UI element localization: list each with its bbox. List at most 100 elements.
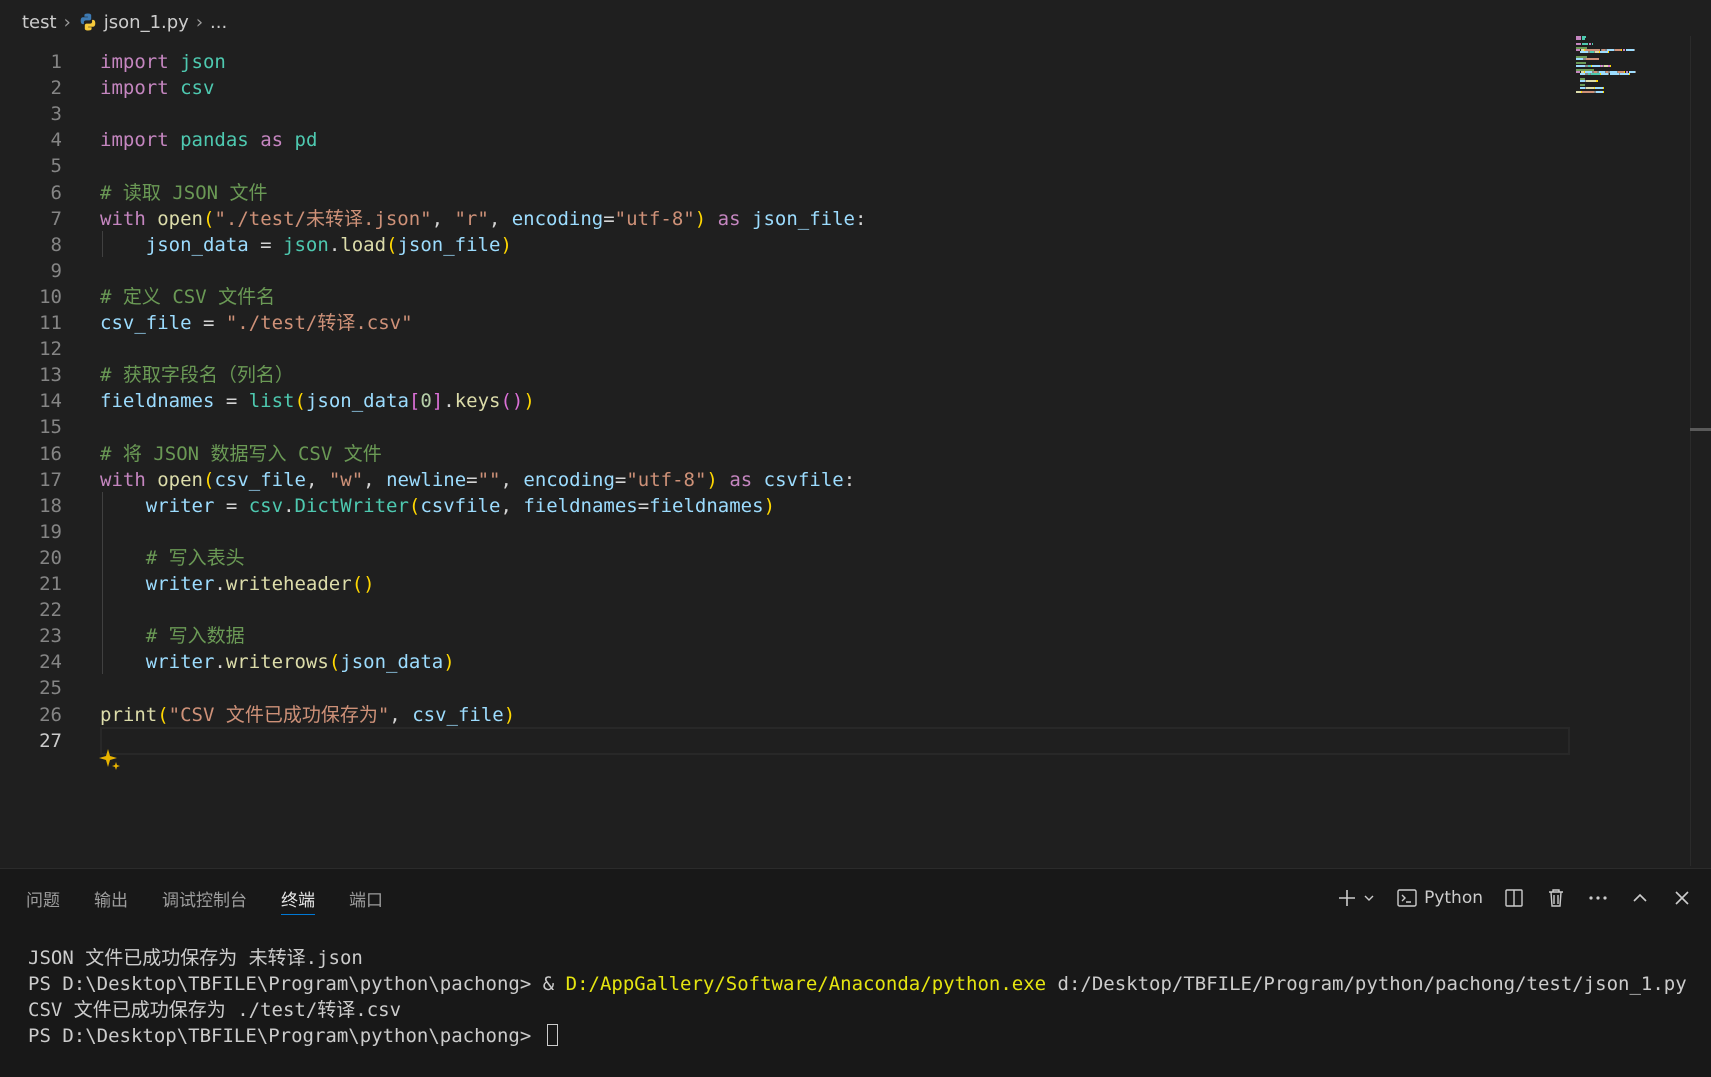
code-editor[interactable]: 1 import json 2 import csv 3 4 import pandas a… — [0, 44, 1711, 868]
code-line[interactable]: 11 csv_file = "./test/转译.csv" — [0, 309, 1600, 337]
chevron-right-icon: › — [63, 11, 71, 33]
maximize-panel-button[interactable] — [1629, 887, 1651, 909]
code-line[interactable]: 4 import pandas as pd — [0, 126, 1600, 154]
code-line[interactable]: 16 # 将 JSON 数据写入 CSV 文件 — [0, 440, 1600, 468]
kill-terminal-button[interactable] — [1545, 887, 1567, 909]
line-number: 17 — [39, 468, 62, 491]
minimap-mark — [1621, 49, 1623, 52]
code-line[interactable]: 6 # 读取 JSON 文件 — [0, 179, 1600, 207]
chevron-down-icon[interactable] — [1362, 891, 1376, 905]
code-token: as — [717, 207, 741, 230]
line-number: 20 — [39, 546, 62, 569]
scrollbar-track[interactable] — [1690, 36, 1691, 866]
code-line[interactable]: 21 writer.writeheader() — [0, 570, 1600, 598]
code-token: json — [180, 51, 226, 73]
minimap-mark — [1582, 38, 1586, 41]
code-line[interactable]: 14 fieldnames = list(json_data[0].keys()) — [0, 387, 1600, 415]
indent-guide — [102, 230, 103, 257]
line-number: 5 — [50, 155, 62, 178]
minimap-mark — [1576, 58, 1584, 60]
code-line[interactable]: 18 writer = csv.DictWriter(csvfile, fiel… — [0, 492, 1600, 520]
code-token: "r" — [454, 207, 489, 230]
breadcrumb-folder[interactable]: test — [22, 12, 57, 33]
breadcrumb-file[interactable]: json_1.py — [104, 12, 189, 33]
terminal-profile-button[interactable]: Python — [1396, 887, 1483, 909]
code-token: csv_file — [214, 468, 306, 491]
tab-output[interactable]: 输出 — [94, 869, 128, 927]
tab-problems[interactable]: 问题 — [26, 869, 60, 927]
code-line[interactable]: 5 — [0, 152, 1600, 180]
chevron-right-icon: › — [195, 11, 204, 33]
code-line[interactable]: 17 with open(csv_file, "w", newline="", e… — [0, 466, 1600, 494]
code-token: . — [328, 233, 341, 256]
code-token: . — [443, 390, 455, 413]
code-token: pandas — [180, 129, 249, 152]
code-text: with open(csv_file, "w", newline="", enc… — [100, 466, 855, 494]
code-line[interactable]: 3 — [0, 100, 1600, 128]
terminal-output[interactable]: JSON 文件已成功保存为 未转译.json PS D:\Desktop\TBFI… — [28, 945, 1698, 1049]
code-line[interactable]: 10 # 定义 CSV 文件名 — [0, 283, 1600, 311]
code-token: load — [340, 233, 387, 256]
tab-debug-console[interactable]: 调试控制台 — [162, 869, 247, 927]
code-token: () — [500, 390, 524, 413]
code-token: pd — [294, 129, 318, 152]
code-token: ( — [408, 494, 421, 517]
code-token: , — [488, 207, 512, 230]
more-actions-button[interactable] — [1587, 887, 1609, 909]
split-terminal-button[interactable] — [1503, 887, 1525, 909]
code-line[interactable]: 22 — [0, 596, 1600, 624]
code-text: # 将 JSON 数据写入 CSV 文件 — [100, 440, 382, 468]
terminal-line: PS D:\Desktop\TBFILE\Program\python\pach… — [28, 971, 1698, 997]
code-token: ( — [328, 651, 341, 674]
close-panel-button[interactable] — [1671, 887, 1693, 909]
code-line[interactable]: 7 with open("./test/未转译.json", "r", encod… — [0, 205, 1600, 233]
code-line[interactable]: 12 — [0, 335, 1600, 363]
code-token: as — [729, 468, 753, 491]
line-number: 27 — [39, 729, 62, 752]
code-token: "utf-8" — [626, 468, 707, 491]
breadcrumb-more[interactable]: ... — [210, 12, 227, 33]
code-token: json_data — [145, 233, 249, 256]
minimap-mark — [1599, 51, 1608, 54]
code-line[interactable]: 8 json_data = json.load(json_file) — [0, 231, 1600, 259]
code-line[interactable]: 1 import json — [0, 48, 1600, 76]
code-line[interactable]: 9 — [0, 257, 1600, 285]
minimap[interactable] — [1576, 36, 1646, 96]
code-token: = — [614, 468, 627, 491]
minimap-mark — [1591, 73, 1601, 76]
tab-terminal[interactable]: 终端 — [281, 869, 315, 927]
current-line-highlight — [100, 726, 1570, 755]
code-line[interactable]: 15 — [0, 413, 1600, 441]
code-text: import pandas as pd — [100, 126, 317, 154]
code-token: ( — [202, 207, 215, 230]
code-line[interactable]: 19 — [0, 518, 1600, 546]
minimap-mark — [1576, 38, 1582, 41]
code-token: fieldnames — [100, 390, 215, 413]
code-line[interactable]: 25 — [0, 674, 1600, 702]
line-number: 15 — [39, 416, 62, 439]
code-line[interactable]: 24 writer.writerows(json_data) — [0, 648, 1600, 676]
code-text: with open("./test/未转译.json", "r", encodi… — [100, 205, 866, 233]
line-number: 23 — [39, 625, 62, 648]
code-line[interactable]: 23 # 写入数据 — [0, 622, 1600, 650]
new-terminal-button[interactable] — [1336, 887, 1376, 909]
panel-tabs: 问题 输出 调试控制台 终端 端口 — [0, 869, 391, 927]
code-line[interactable]: 2 import csv — [0, 74, 1600, 102]
code-token: as — [260, 129, 284, 152]
tab-ports[interactable]: 端口 — [349, 869, 383, 927]
terminal-text: PS D:\Desktop\TBFILE\Program\python\pach… — [28, 973, 566, 995]
scrollbar-marker[interactable] — [1690, 428, 1711, 431]
code-line[interactable]: 20 # 写入表头 — [0, 544, 1600, 572]
code-token: fieldnames — [523, 494, 638, 517]
sparkle-icon[interactable] — [99, 748, 121, 770]
code-token: writer — [145, 651, 215, 674]
code-line[interactable]: 26 print("CSV 文件已成功保存为", csv_file) — [0, 701, 1600, 729]
code-line[interactable]: 13 # 获取字段名（列名） — [0, 361, 1600, 389]
code-token: , — [305, 468, 329, 491]
